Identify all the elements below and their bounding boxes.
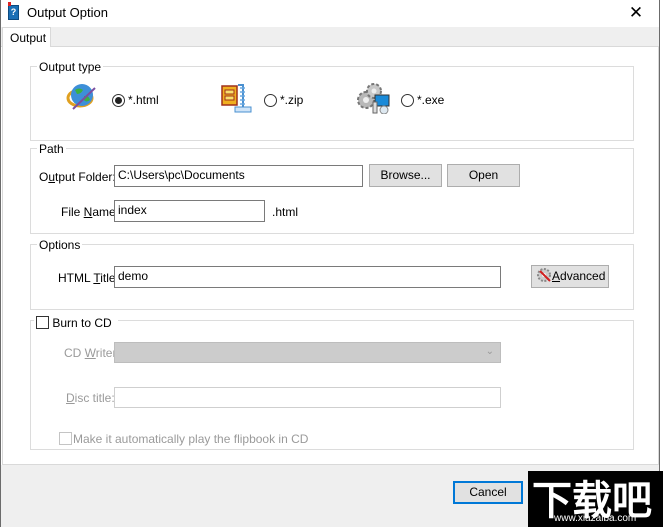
- cd-writer-label: CD Writer: [64, 346, 116, 360]
- disc-title-label-part: isc title:: [74, 391, 115, 405]
- options-label: Options: [37, 238, 83, 252]
- chevron-down-icon: ⌄: [485, 346, 494, 357]
- close-button[interactable]: ✕: [613, 0, 659, 27]
- burn-to-cd-label: Burn to CD: [52, 316, 112, 330]
- output-folder-label-part: tput Folder:: [55, 170, 116, 184]
- cd-writer-select[interactable]: ⌄: [114, 342, 501, 363]
- radio-html-label: *.html: [128, 93, 159, 107]
- output-option-dialog: ? Output Option ✕ Output Output type *.h…: [0, 0, 660, 527]
- html-title-input[interactable]: demo: [114, 266, 501, 288]
- burn-to-cd-checkbox[interactable]: [36, 316, 49, 329]
- cd-writer-label-mnemonic: W: [84, 346, 96, 360]
- file-extension: .html: [272, 205, 299, 219]
- output-folder-input[interactable]: C:\Users\pc\Documents: [114, 165, 363, 187]
- output-type-label: Output type: [37, 60, 104, 74]
- file-name-input[interactable]: index: [114, 200, 265, 222]
- file-name-label-part: File: [61, 205, 84, 219]
- disc-title-input[interactable]: [114, 387, 501, 408]
- html-title-label: HTML Title:: [58, 271, 119, 285]
- close-icon: ✕: [628, 3, 644, 22]
- burn-header[interactable]: Burn to CD: [34, 316, 118, 330]
- radio-exe[interactable]: *.exe: [401, 93, 444, 107]
- browse-button[interactable]: Browse...: [369, 164, 442, 187]
- tab-strip: Output: [1, 27, 659, 48]
- radio-html[interactable]: *.html: [112, 93, 159, 107]
- app-icon: ?: [8, 2, 19, 20]
- open-button[interactable]: Open: [447, 164, 520, 187]
- output-folder-label: Output Folder:: [39, 170, 116, 184]
- cancel-button[interactable]: Cancel: [453, 481, 523, 504]
- radio-zip-label: *.zip: [280, 93, 304, 107]
- window-title: Output Option: [27, 5, 108, 20]
- radio-zip-button[interactable]: [264, 93, 277, 107]
- advanced-mnemonic: A: [552, 269, 561, 283]
- advanced-gear-icon: [536, 267, 552, 283]
- disc-title-label: Disc title:: [66, 391, 115, 405]
- globe-icon: [65, 82, 99, 112]
- autoplay-label: Make it automatically play the flipbook …: [73, 432, 309, 446]
- radio-zip[interactable]: *.zip: [264, 93, 303, 107]
- radio-exe-button[interactable]: [401, 93, 414, 107]
- advanced-button[interactable]: Advanced: [531, 265, 609, 288]
- radio-html-button[interactable]: [112, 93, 125, 107]
- gears-computer-icon: [356, 82, 392, 115]
- cd-writer-label-part: CD: [64, 346, 85, 360]
- file-name-label: File Name:: [61, 205, 119, 219]
- advanced-label: dvanced: [560, 269, 606, 283]
- watermark-url: www.xiazaiba.com: [554, 513, 637, 524]
- disc-title-label-mnemonic: D: [66, 391, 75, 405]
- autoplay-checkbox[interactable]: [59, 432, 72, 445]
- tab-output[interactable]: Output: [2, 27, 51, 48]
- archive-icon: [221, 83, 253, 113]
- title-bar: ? Output Option ✕: [1, 0, 659, 27]
- html-title-label-part: HTML: [58, 271, 94, 285]
- burn-group: [30, 320, 634, 450]
- path-label: Path: [37, 142, 66, 156]
- tab-content: Output type *.html *.zip *.exe Path Outp…: [2, 47, 659, 465]
- radio-exe-label: *.exe: [417, 93, 445, 107]
- output-folder-label-part: O: [39, 170, 49, 184]
- watermark-logo: 下载吧 www.xiazaiba.com: [528, 471, 663, 527]
